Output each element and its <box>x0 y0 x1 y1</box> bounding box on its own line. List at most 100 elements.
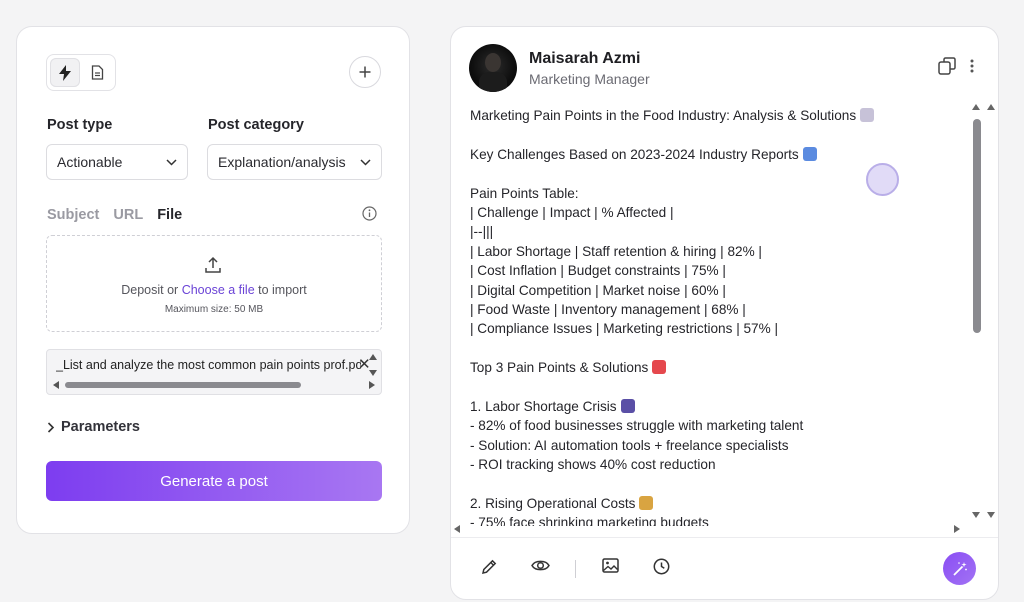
people-icon <box>620 398 635 413</box>
avatar <box>469 44 517 92</box>
post-line-text: | Food Waste | Inventory management | 68… <box>470 301 746 317</box>
scroll-up-arrow[interactable] <box>972 104 980 110</box>
post-line-text: - 75% face shrinking marketing budgets <box>470 515 709 526</box>
plate-icon <box>860 108 875 122</box>
post-line: |--||| <box>470 222 970 241</box>
tab-subject[interactable]: Subject <box>47 207 99 223</box>
lightning-icon <box>58 64 71 81</box>
info-icon[interactable] <box>362 206 377 221</box>
tab-url[interactable]: URL <box>113 207 143 223</box>
post-line-text: Top 3 Pain Points & Solutions <box>470 360 649 376</box>
scroll-right-arrow[interactable] <box>369 381 375 389</box>
post-line-text: | Challenge | Impact | % Affected | <box>470 204 674 220</box>
file-name: _List and analyze the most common pain p… <box>56 358 361 372</box>
post-line-text: Marketing Pain Points in the Food Indust… <box>470 108 857 123</box>
generate-post-button[interactable]: Generate a post <box>46 461 382 501</box>
chevron-right-icon <box>47 421 55 433</box>
post-type-label: Post type <box>47 117 113 133</box>
author-role: Marketing Manager <box>529 71 650 87</box>
mode-toggle <box>46 54 116 91</box>
post-line: 1. Labor Shortage Crisis <box>470 397 970 416</box>
more-options-icon[interactable] <box>970 59 974 73</box>
post-line-text: - ROI tracking shows 40% cost reduction <box>470 457 716 473</box>
post-category-label: Post category <box>208 117 304 133</box>
post-line-text: Pain Points Table: <box>470 185 579 201</box>
post-line-text: 2. Rising Operational Costs <box>470 495 636 511</box>
post-line-text: | Compliance Issues | Marketing restrict… <box>470 321 779 337</box>
scroll-down-arrow[interactable] <box>987 512 995 518</box>
scroll-up-arrow[interactable] <box>987 104 995 110</box>
post-category-value: Explanation/analysis <box>218 154 346 170</box>
post-line-text: Key Challenges Based on 2023-2024 Indust… <box>470 146 799 162</box>
post-line-text: | Labor Shortage | Staff retention & hir… <box>470 243 762 259</box>
post-line <box>470 377 970 396</box>
post-line: | Food Waste | Inventory management | 68… <box>470 300 970 319</box>
post-line-text: | Cost Inflation | Budget constraints | … <box>470 263 726 279</box>
scroll-down-arrow[interactable] <box>972 512 980 518</box>
post-line <box>470 474 970 493</box>
clock-icon[interactable] <box>653 558 670 575</box>
post-line-text: | Digital Competition | Market noise | 6… <box>470 282 726 298</box>
post-line <box>470 125 970 144</box>
post-line: | Compliance Issues | Marketing restrict… <box>470 319 970 338</box>
magic-wand-icon <box>952 561 967 576</box>
selected-file: _List and analyze the most common pain p… <box>46 349 382 395</box>
money-bag-icon <box>639 495 654 510</box>
pencil-icon[interactable] <box>481 558 498 575</box>
toolbar-divider <box>575 560 576 578</box>
post-line: - Solution: AI automation tools + freela… <box>470 436 970 455</box>
eye-icon[interactable] <box>531 558 550 573</box>
post-line: | Challenge | Impact | % Affected | <box>470 203 970 222</box>
plus-icon <box>359 66 371 78</box>
post-line: - 75% face shrinking marketing budgets <box>470 513 970 526</box>
dropzone-suffix: to import <box>254 283 307 297</box>
post-line-text: - Solution: AI automation tools + freela… <box>470 437 789 453</box>
scroll-left-arrow[interactable] <box>454 525 460 533</box>
document-mode-button[interactable] <box>83 58 113 87</box>
post-line-text: |--||| <box>470 224 494 240</box>
scroll-up-arrow[interactable] <box>369 354 377 360</box>
chevron-down-icon <box>166 158 177 166</box>
upload-icon <box>205 256 221 273</box>
tab-file[interactable]: File <box>157 207 182 223</box>
post-generator-panel: Post type Post category Actionable Expla… <box>16 26 410 534</box>
file-dropzone[interactable]: Deposit or Choose a file to import Maxim… <box>46 235 382 332</box>
bar-chart-icon <box>802 146 817 161</box>
post-line: Key Challenges Based on 2023-2024 Indust… <box>470 145 970 164</box>
post-category-select[interactable]: Explanation/analysis <box>207 144 382 180</box>
post-line: 2. Rising Operational Costs <box>470 494 970 513</box>
image-icon[interactable] <box>602 558 619 573</box>
cursor-indicator <box>866 163 899 196</box>
target-icon <box>652 360 667 375</box>
post-vertical-scrollbar[interactable] <box>973 119 981 333</box>
post-line: | Cost Inflation | Budget constraints | … <box>470 261 970 280</box>
add-button[interactable] <box>349 56 381 88</box>
magic-rewrite-button[interactable] <box>943 552 976 585</box>
scroll-left-arrow[interactable] <box>53 381 59 389</box>
author-name: Maisarah Azmi <box>529 50 641 67</box>
scroll-right-arrow[interactable] <box>954 525 960 533</box>
chevron-down-icon <box>360 158 371 166</box>
lightning-mode-button[interactable] <box>50 58 80 87</box>
parameters-toggle[interactable]: Parameters <box>47 419 140 435</box>
document-icon <box>91 65 103 80</box>
post-toolbar <box>451 537 998 599</box>
dropzone-text: Deposit or Choose a file to import <box>47 283 381 297</box>
post-line: - 82% of food businesses struggle with m… <box>470 416 970 435</box>
post-line: | Labor Shortage | Staff retention & hir… <box>470 242 970 261</box>
post-line <box>470 339 970 358</box>
post-line-text: 1. Labor Shortage Crisis <box>470 398 617 414</box>
parameters-label: Parameters <box>61 419 140 435</box>
choose-file-link[interactable]: Choose a file <box>182 283 255 297</box>
scroll-down-arrow[interactable] <box>369 370 377 376</box>
post-line: Top 3 Pain Points & Solutions <box>470 358 970 377</box>
file-horizontal-scrollbar[interactable] <box>53 380 375 389</box>
post-preview-panel: Maisarah Azmi Marketing Manager Marketin… <box>450 26 999 600</box>
post-line: - ROI tracking shows 40% cost reduction <box>470 455 970 474</box>
post-line-text: - 82% of food businesses struggle with m… <box>470 418 804 434</box>
scrollbar-thumb[interactable] <box>65 382 301 388</box>
post-line: | Digital Competition | Market noise | 6… <box>470 281 970 300</box>
max-size-text: Maximum size: 50 MB <box>164 304 264 315</box>
copy-icon[interactable] <box>938 57 956 75</box>
post-type-select[interactable]: Actionable <box>46 144 188 180</box>
